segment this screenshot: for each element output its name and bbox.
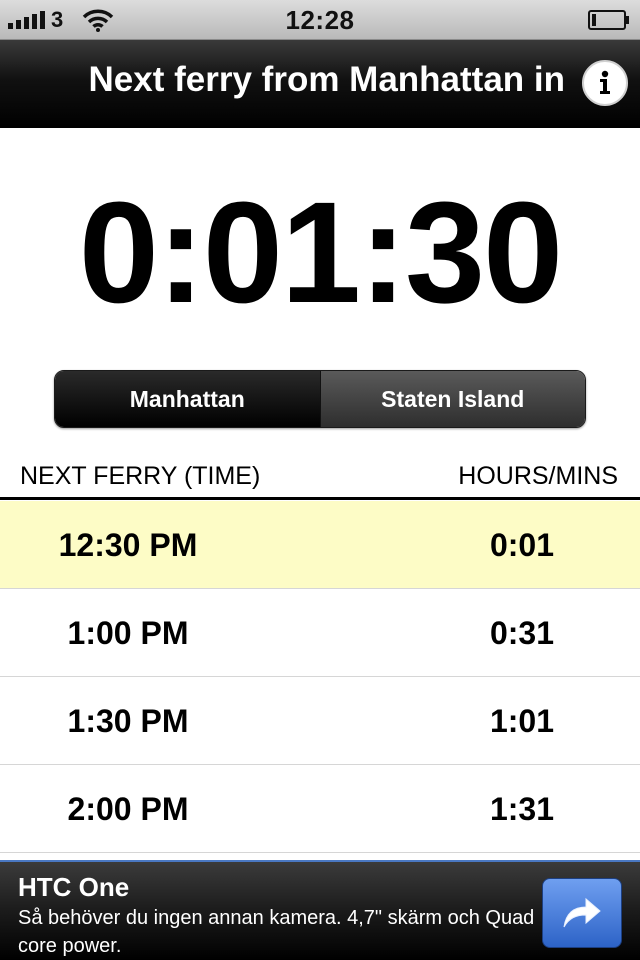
battery-icon bbox=[588, 10, 629, 30]
schedule-row[interactable]: 2:00 PM 1:31 bbox=[0, 765, 640, 853]
navigation-bar: Next ferry from Manhattan in bbox=[0, 40, 640, 128]
ad-title: HTC One bbox=[18, 872, 130, 902]
share-arrow-icon bbox=[563, 897, 601, 928]
departure-time: 12:30 PM bbox=[58, 527, 198, 563]
column-header-time: NEXT FERRY (TIME) bbox=[20, 462, 261, 490]
departure-time: 2:00 PM bbox=[67, 791, 189, 827]
departure-time: 1:30 PM bbox=[67, 703, 189, 739]
segment-label: Staten Island bbox=[381, 385, 525, 412]
column-header-remaining: HOURS/MINS bbox=[458, 462, 618, 490]
countdown-timer: 0:01:30 bbox=[78, 172, 563, 333]
segment-staten-island[interactable]: Staten Island bbox=[319, 371, 585, 427]
ad-banner[interactable]: HTC One Så behöver du ingen annan kamera… bbox=[0, 860, 640, 960]
schedule-row[interactable]: 1:00 PM 0:31 bbox=[0, 589, 640, 677]
departure-time: 1:00 PM bbox=[67, 615, 189, 651]
status-time: 12:28 bbox=[285, 5, 355, 35]
segment-manhattan[interactable]: Manhattan bbox=[55, 371, 320, 427]
nav-title: Next ferry from Manhattan in bbox=[88, 60, 565, 99]
info-button[interactable] bbox=[582, 60, 628, 106]
time-remaining: 0:01 bbox=[489, 527, 555, 563]
ad-action-button[interactable] bbox=[542, 878, 622, 948]
schedule-header: NEXT FERRY (TIME) HOURS/MINS bbox=[0, 458, 640, 500]
time-remaining: 1:01 bbox=[489, 703, 555, 739]
time-remaining: 0:31 bbox=[489, 615, 555, 651]
time-remaining: 1:31 bbox=[489, 791, 555, 827]
ad-text: Så behöver du ingen annan kamera. 4,7" s… bbox=[18, 907, 535, 957]
schedule-row[interactable]: 1:30 PM 1:01 bbox=[0, 677, 640, 765]
direction-segmented-control: Manhattan Staten Island bbox=[54, 370, 586, 428]
segment-label: Manhattan bbox=[129, 385, 245, 412]
info-icon bbox=[600, 70, 610, 94]
schedule-row[interactable]: 12:30 PM 0:01 bbox=[0, 501, 640, 589]
status-bar: 3 12:28 bbox=[0, 0, 640, 40]
